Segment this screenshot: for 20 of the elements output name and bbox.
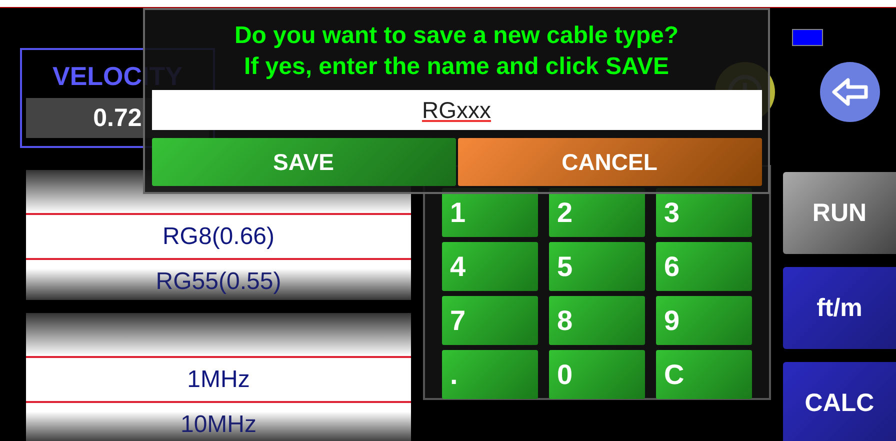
keypad-key[interactable]: 0 [549, 350, 645, 399]
keypad-key[interactable]: 4 [442, 242, 538, 291]
indicator-icon [792, 29, 823, 46]
dialog-message: If yes, enter the name and click SAVE [244, 52, 670, 82]
keypad-key[interactable]: 6 [656, 242, 752, 291]
dialog-button[interactable]: CANCEL [458, 138, 762, 186]
side-button[interactable]: ft/m [783, 267, 896, 349]
keypad-key[interactable]: C [656, 350, 752, 399]
keypad-key[interactable]: 5 [549, 242, 645, 291]
keypad-key[interactable]: 7 [442, 296, 538, 345]
dialog-button[interactable]: SAVE [152, 138, 456, 186]
side-button[interactable]: CALC [783, 362, 896, 441]
wheel-picker[interactable]: 1MHz 10MHz [26, 313, 411, 441]
name-input-field[interactable]: RGxxx [152, 90, 762, 130]
dialog-message: Do you want to save a new cable type? [234, 21, 679, 51]
side-button[interactable]: RUN [783, 172, 896, 254]
keypad-key[interactable]: 8 [549, 296, 645, 345]
keypad-key[interactable]: . [442, 350, 538, 399]
back-icon[interactable] [820, 62, 880, 122]
keypad-key[interactable]: 9 [656, 296, 752, 345]
